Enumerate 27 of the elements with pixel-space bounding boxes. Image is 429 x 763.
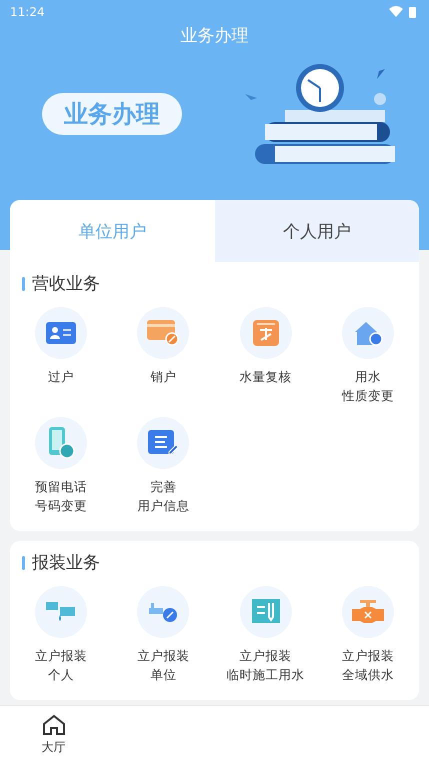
banner-title: 业务办理: [42, 92, 182, 134]
service-label: 立户报装 临时施工用水: [226, 647, 305, 684]
service-label: 水量复核: [240, 368, 292, 386]
house-icon: [352, 320, 383, 346]
nav-tab[interactable]: 大厅: [0, 706, 107, 763]
service-label: 完善 用户信息: [137, 478, 190, 515]
valve-icon: [352, 599, 384, 625]
user-type-tab[interactable]: 个人用户: [214, 200, 419, 262]
wifi-battery-icon: [389, 6, 417, 18]
service-label: 预留电话 号码变更: [35, 478, 88, 515]
service-label: 用水 性质变更: [342, 368, 394, 405]
id-card-icon: [46, 322, 76, 344]
card-cancel-icon: [147, 320, 180, 346]
form-icon: [252, 599, 280, 625]
home-icon: [42, 714, 66, 736]
status-time: 11:24: [10, 5, 45, 19]
document-edit-icon: [148, 430, 178, 456]
service-label: 立户报装 个人: [35, 647, 88, 684]
section-title: 报装业务: [32, 552, 100, 574]
service-label: 过户: [48, 368, 74, 386]
service-label: 立户报装 单位: [137, 647, 190, 684]
page-title: 业务办理: [180, 25, 250, 47]
service-label: 立户报装 全域供水: [342, 647, 394, 684]
phone-icon: [47, 427, 76, 459]
service-label: 销户: [150, 368, 176, 386]
tap-icon: [147, 600, 180, 624]
section-title: 营收业务: [32, 273, 100, 295]
